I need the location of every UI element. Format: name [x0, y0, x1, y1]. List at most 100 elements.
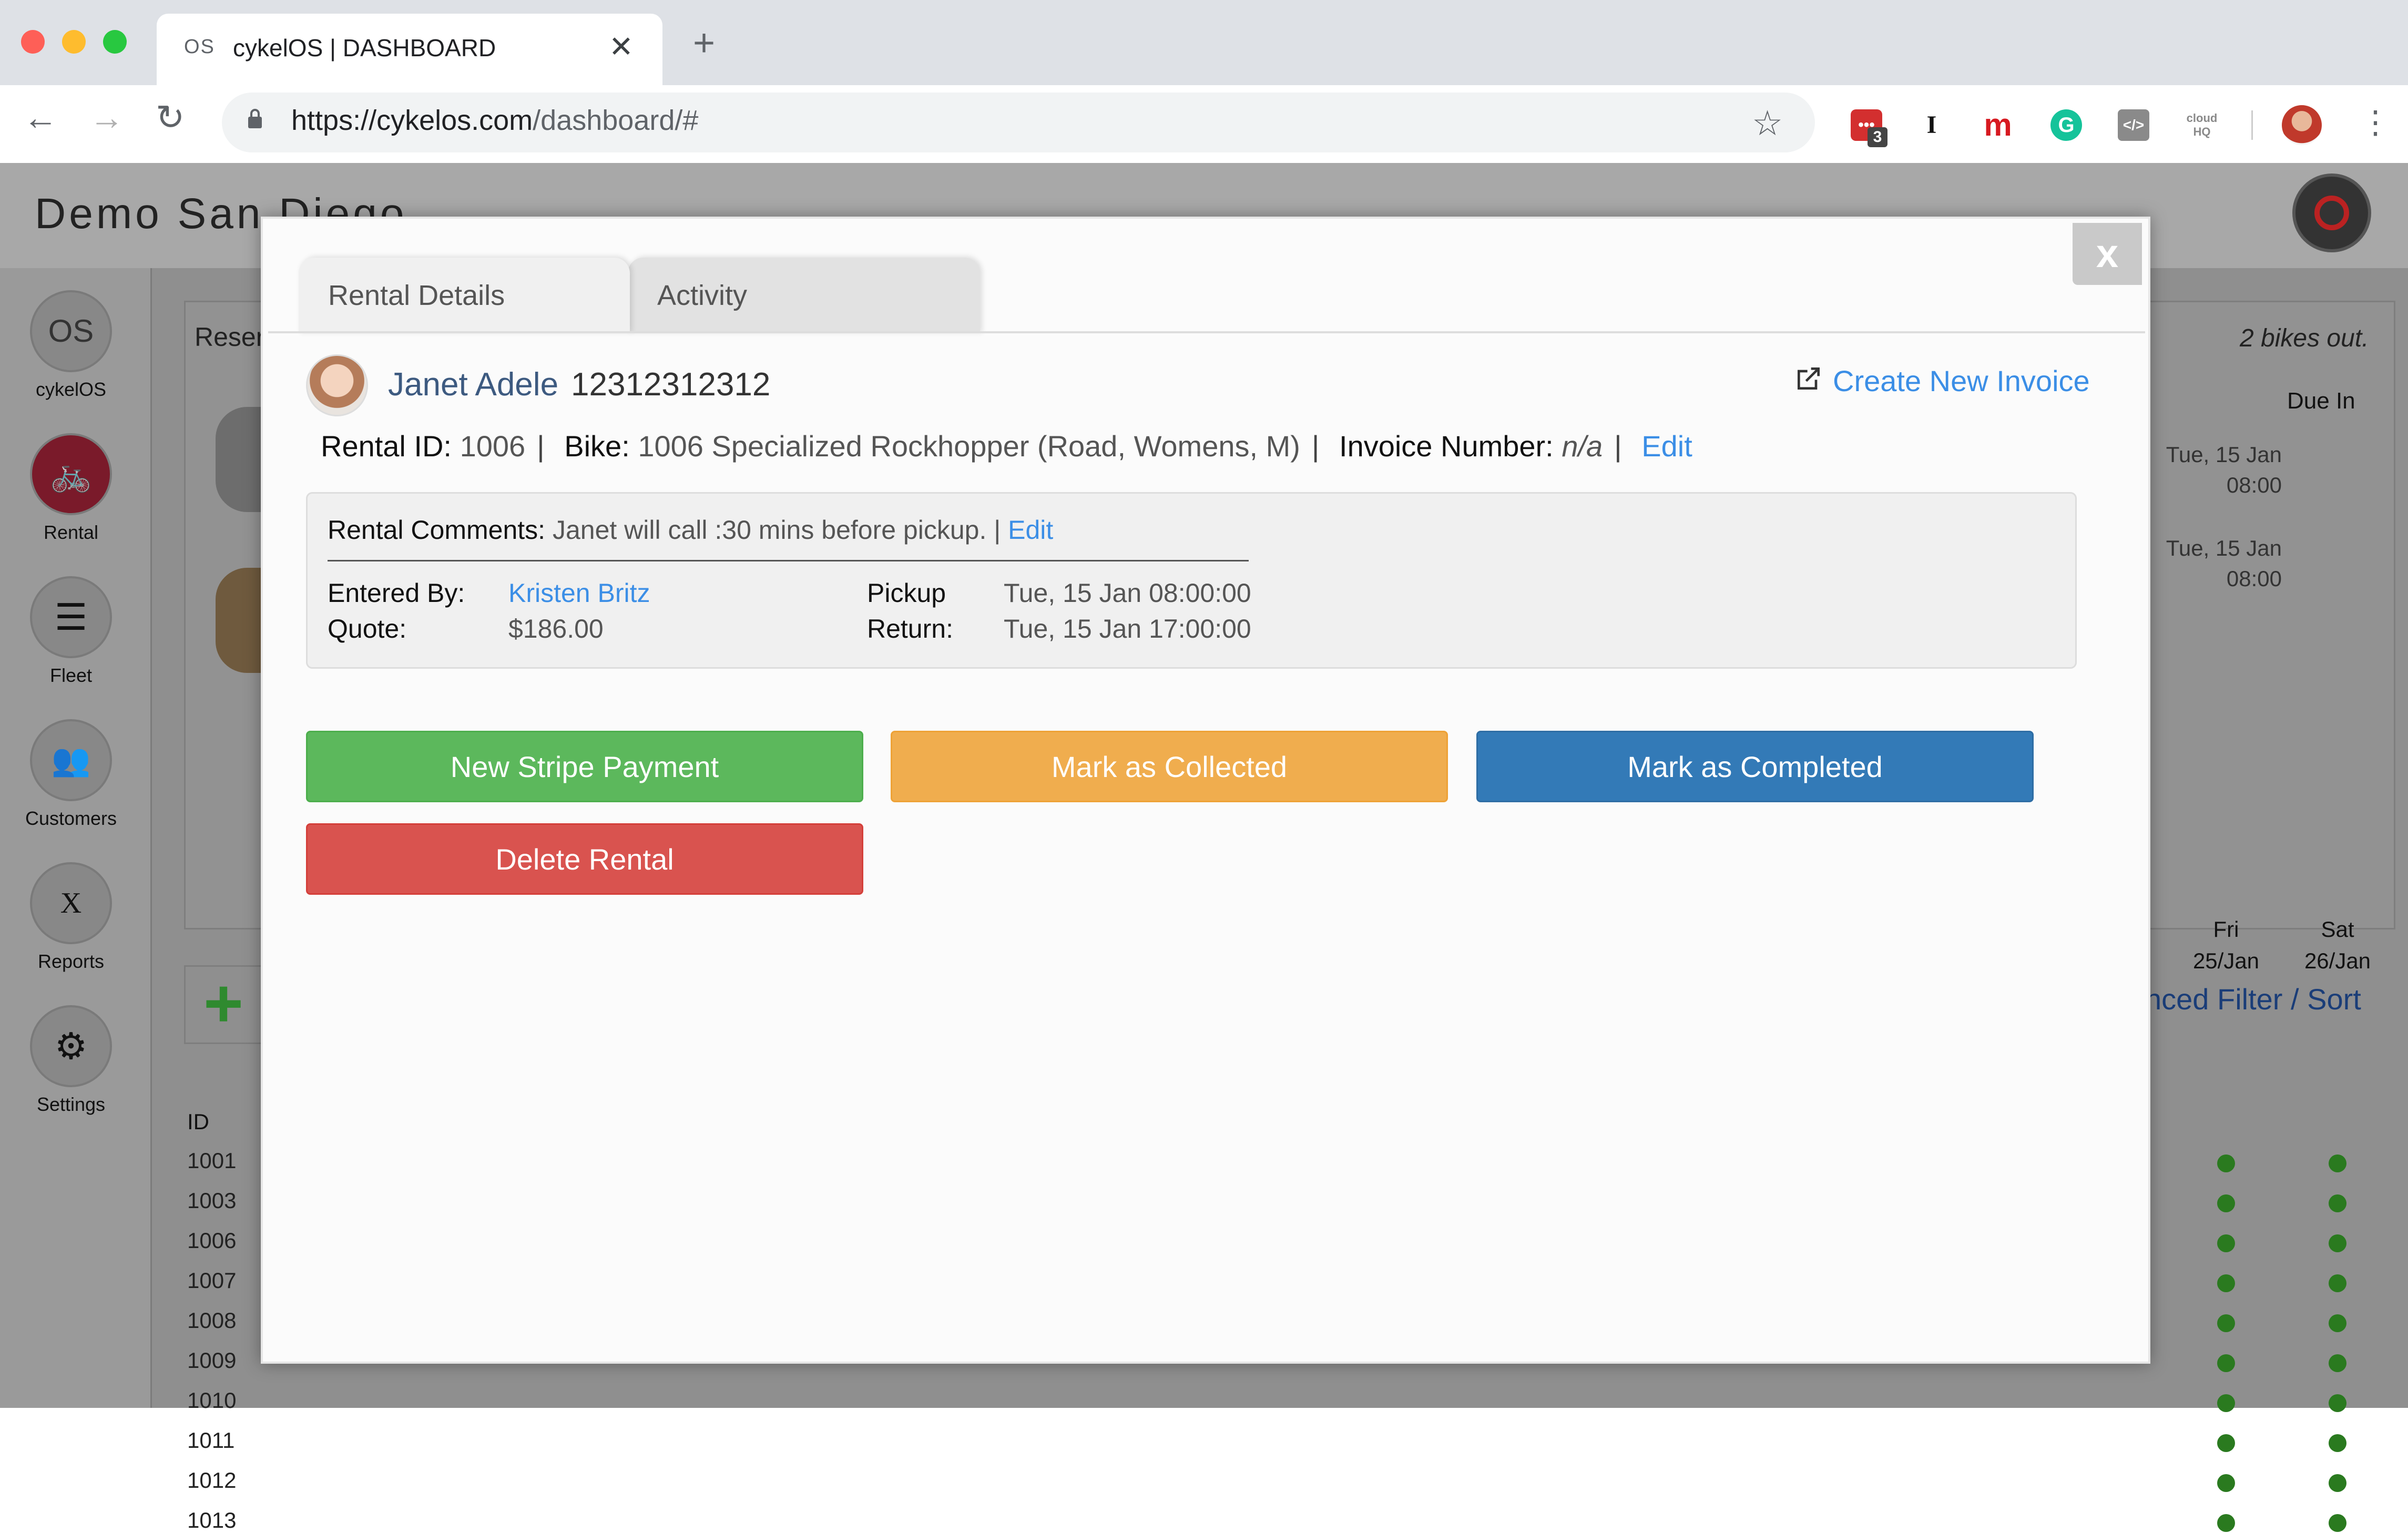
sidebar-item-label: Rental [43, 522, 99, 543]
sidebar-item-label: Settings [36, 1093, 106, 1115]
external-link-icon [1798, 367, 1820, 390]
toolbar-divider [2251, 110, 2253, 140]
entered-by-label: Entered By: [328, 578, 465, 608]
sidebar-item-rental[interactable]: 🚲 Rental [0, 433, 142, 544]
rental-id-value: 1006 [460, 430, 526, 463]
code-icon[interactable]: </> [2118, 109, 2149, 141]
availability-dot [2329, 1154, 2346, 1172]
rental-id-label: Rental ID: [321, 430, 452, 463]
new-tab-button[interactable]: + [693, 24, 715, 62]
advanced-filter-link[interactable]: nced Filter / Sort [2145, 982, 2361, 1016]
table-row-id: 1010 [187, 1388, 237, 1413]
tab-activity[interactable]: Activity [628, 258, 980, 333]
sidebar-item-reports[interactable]: X Reports [0, 862, 142, 973]
new-stripe-payment-button[interactable]: New Stripe Payment [306, 731, 863, 802]
gear-icon: ⚙ [30, 1005, 112, 1087]
create-invoice-link[interactable]: Create New Invoice [1833, 364, 2090, 398]
customer-name-link[interactable]: Janet Adele [388, 366, 558, 403]
close-modal-button[interactable]: x [2073, 223, 2142, 285]
availability-dot [2217, 1194, 2235, 1212]
mendeley-icon[interactable]: m [1982, 109, 2014, 141]
due-in-header: Due In [2287, 388, 2355, 414]
calendar-day-header: Sat 26/Jan [2304, 917, 2371, 973]
lock-icon [248, 109, 262, 128]
rental-comments-box: Rental Comments: Janet will call :30 min… [306, 492, 2077, 669]
invoice-number-value: n/a [1562, 430, 1603, 463]
id-column-header: ID [187, 1109, 209, 1134]
cykelos-logo-icon[interactable] [2292, 173, 2371, 252]
entered-by-link[interactable]: Kristen Britz [508, 578, 650, 608]
quote-label: Quote: [328, 614, 407, 643]
availability-dot [2217, 1314, 2235, 1332]
browser-tab-dashboard[interactable]: OS cykelOS | DASHBOARD ✕ [157, 14, 662, 85]
profile-avatar[interactable] [2282, 105, 2322, 145]
rental-details-modal: Activity Rental Details x Janet Adele 12… [261, 217, 2150, 1364]
rental-info-line: Rental ID: 1006 | Bike: 1006 Specialized … [321, 430, 1692, 463]
rental-comments: Rental Comments: Janet will call :30 min… [328, 515, 1053, 545]
availability-dot [2217, 1394, 2235, 1412]
invoice-number-label: Invoice Number: [1339, 430, 1554, 463]
calendar-day-header: Fri 25/Jan [2192, 917, 2260, 973]
browser-tabstrip: OS cykelOS | DASHBOARD ✕ + [0, 0, 2408, 85]
sidebar-item-fleet[interactable]: ☰ Fleet [0, 576, 142, 687]
table-row-id: 1003 [187, 1188, 237, 1213]
table-row-id: 1006 [187, 1228, 237, 1253]
users-icon: 👥 [30, 719, 112, 801]
table-row-id: 1011 [187, 1428, 235, 1453]
availability-dot [2217, 1474, 2235, 1492]
pickup-value: Tue, 15 Jan 08:00:00 [1004, 578, 1251, 608]
instapaper-icon[interactable]: I [1916, 109, 1947, 141]
table-row-id: 1009 [187, 1348, 237, 1373]
close-tab-icon[interactable]: ✕ [609, 29, 634, 64]
back-arrow-icon[interactable]: ← [23, 100, 58, 135]
edit-comments-link[interactable]: Edit [1008, 515, 1053, 545]
bicycle-icon: 🚲 [30, 433, 112, 515]
tab-title: cykelOS | DASHBOARD [233, 34, 496, 62]
availability-dot [2217, 1234, 2235, 1252]
availability-dot [2217, 1514, 2235, 1532]
address-bar[interactable]: https://cykelos.com/dashboard/# ☆ [222, 93, 1815, 152]
bookmark-star-icon[interactable]: ☆ [1752, 103, 1783, 144]
rental-comments-text: Janet will call :30 mins before pickup. … [552, 515, 1001, 545]
availability-dot [2329, 1474, 2346, 1492]
mark-as-completed-button[interactable]: Mark as Completed [1476, 731, 2034, 802]
maximize-window-button[interactable] [103, 30, 127, 54]
availability-dot [2329, 1354, 2346, 1372]
sidebar-item-label: cykelOS [35, 379, 107, 400]
cloudhq-icon[interactable]: cloud HQ [2186, 109, 2218, 143]
return-value: Tue, 15 Jan 17:00:00 [1004, 614, 1251, 643]
browser-toolbar: ← → ↻ https://cykelos.com/dashboard/# ☆ … [0, 85, 2408, 164]
sidebar-item-settings[interactable]: ⚙ Settings [0, 1005, 142, 1116]
edit-invoice-link[interactable]: Edit [1641, 430, 1692, 463]
sidebar-item-customers[interactable]: 👥 Customers [0, 719, 142, 830]
reload-icon[interactable]: ↻ [156, 100, 185, 135]
bike-label: Bike: [564, 430, 630, 463]
customer-phone: 12312312312 [571, 366, 771, 403]
table-row-id: 1001 [187, 1148, 237, 1173]
quote-value: $186.00 [508, 614, 604, 643]
delete-rental-button[interactable]: Delete Rental [306, 823, 863, 895]
table-row-id: 1007 [187, 1268, 237, 1293]
lastpass-icon[interactable]: ••• 3 [1851, 109, 1887, 147]
extension-badge: 3 [1868, 127, 1887, 147]
availability-dot [2329, 1314, 2346, 1332]
availability-dot [2329, 1194, 2346, 1212]
close-window-button[interactable] [21, 30, 45, 54]
cykelos-favicon-icon: OS [184, 36, 215, 58]
url-text[interactable]: https://cykelos.com/dashboard/# [291, 104, 698, 137]
tab-divider [268, 331, 2145, 333]
comments-divider [328, 560, 1249, 561]
forward-arrow-icon[interactable]: → [89, 100, 124, 135]
mark-as-collected-button[interactable]: Mark as Collected [891, 731, 1448, 802]
availability-dot [2217, 1354, 2235, 1372]
availability-dot [2329, 1234, 2346, 1252]
tab-rental-details[interactable]: Rental Details [299, 258, 630, 333]
bike-value: 1006 Specialized Rockhopper (Road, Women… [638, 430, 1300, 463]
browser-menu-icon[interactable]: ⋮ [2360, 104, 2391, 141]
add-rental-button[interactable]: + [184, 965, 263, 1044]
sidebar-item-cykelos[interactable]: OS cykelOS [0, 290, 142, 401]
table-row-id: 1008 [187, 1308, 237, 1333]
table-row-id: 1013 [187, 1508, 237, 1532]
minimize-window-button[interactable] [62, 30, 86, 54]
grammarly-icon[interactable]: G [2050, 109, 2082, 141]
